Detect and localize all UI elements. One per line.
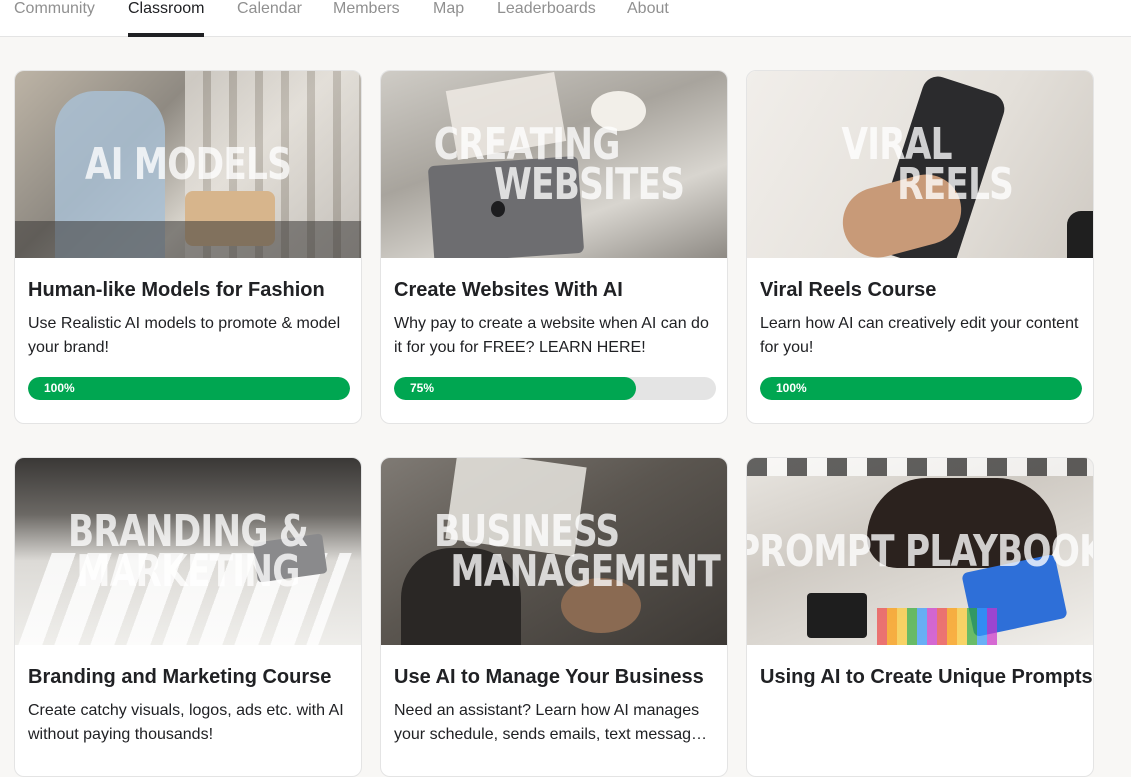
tab-calendar[interactable]: Calendar [237,0,302,37]
course-description: Use Realistic AI models to promote & mod… [28,315,341,356]
course-thumbnail: BUSINESS MANAGEMENT [381,458,727,645]
course-description [760,699,1080,747]
progress-fill [760,377,1082,400]
course-description: Create catchy visuals, logos, ads etc. w… [28,702,344,743]
course-thumbnail: CREATING WEBSITES [381,71,727,258]
top-navigation: Community Classroom Calendar Members Map… [0,0,1131,37]
thumbnail-title: PROMPT PLAYBOOK [747,525,1093,577]
course-card-business-management[interactable]: BUSINESS MANAGEMENT Use AI to Manage You… [380,457,728,777]
course-description: Learn how AI can creatively edit your co… [760,315,1079,356]
thumbnail-title: BRANDING & MARKETING [67,505,309,597]
course-thumbnail: PROMPT PLAYBOOK [747,458,1093,645]
course-title: Human-like Models for Fashion [28,279,325,301]
course-description: Need an assistant? Learn how AI manages … [394,702,708,743]
progress-label: 75% [410,381,435,395]
tab-community[interactable]: Community [14,0,95,37]
course-title: Create Websites With AI [394,279,623,301]
course-title: Use AI to Manage Your Business [394,666,704,688]
progress-bar: 75% [394,377,716,400]
progress-label: 100% [776,381,807,395]
course-title: Branding and Marketing Course [28,666,332,688]
course-thumbnail: BRANDING & MARKETING [15,458,361,645]
tab-about[interactable]: About [627,0,669,37]
course-card-viral-reels[interactable]: VIRAL REELS Viral Reels Course Learn how… [746,70,1094,424]
thumbnail-title: BUSINESS MANAGEMENT [434,505,721,597]
tab-map[interactable]: Map [433,0,464,37]
thumbnail-title: CREATING WEBSITES [433,118,685,210]
progress-fill [28,377,350,400]
progress-bar: 100% [760,377,1082,400]
course-card-ai-models[interactable]: AI MODELS Human-like Models for Fashion … [14,70,362,424]
course-card-prompt-playbook[interactable]: PROMPT PLAYBOOK Using AI to Create Uniqu… [746,457,1094,777]
course-title: Viral Reels Course [760,279,937,301]
progress-label: 100% [44,381,75,395]
course-card-branding-marketing[interactable]: BRANDING & MARKETING Branding and Market… [14,457,362,777]
course-card-creating-websites[interactable]: CREATING WEBSITES Create Websites With A… [380,70,728,424]
tab-classroom[interactable]: Classroom [128,0,205,37]
course-description: Why pay to create a website when AI can … [394,315,709,356]
thumbnail-title: VIRAL REELS [841,118,1014,210]
progress-bar: 100% [28,377,350,400]
thumbnail-title: AI MODELS [84,138,292,190]
course-thumbnail: AI MODELS [15,71,361,258]
tab-leaderboards[interactable]: Leaderboards [497,0,596,37]
course-title: Using AI to Create Unique Prompts [760,666,1093,688]
course-thumbnail: VIRAL REELS [747,71,1093,258]
tab-members[interactable]: Members [333,0,400,37]
